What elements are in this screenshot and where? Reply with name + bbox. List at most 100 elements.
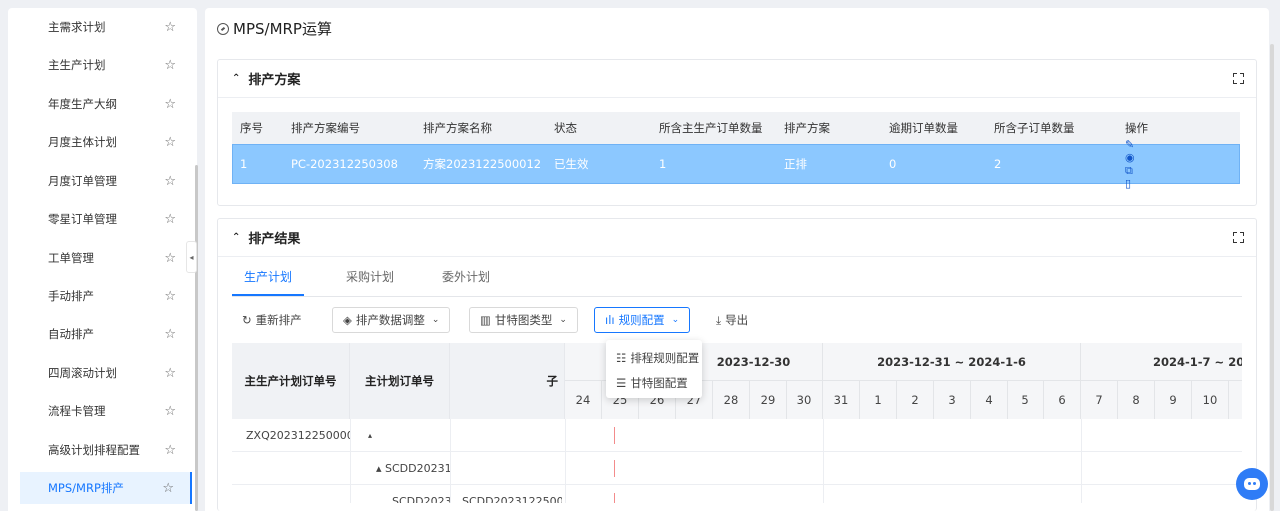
edit-icon[interactable]: ✎ xyxy=(1125,138,1138,151)
page-scrollbar[interactable] xyxy=(1270,44,1274,511)
sidebar-item-monthly-order[interactable]: 月度订单管理 ☆ xyxy=(20,165,192,197)
copy-icon[interactable]: ⧉ xyxy=(1125,164,1138,177)
cell-main-order-count: 1 xyxy=(659,157,667,171)
day-label: 4 xyxy=(971,381,1008,419)
sidebar-item-annual-outline[interactable]: 年度生产大纲 ☆ xyxy=(20,88,192,120)
gantt-chart: 主生产计划订单号 主计划订单号 子 2023-12-30 2023-12-31 … xyxy=(232,343,1242,503)
star-outline-icon[interactable]: ☆ xyxy=(164,212,176,227)
view-icon[interactable]: ◉ xyxy=(1125,151,1138,164)
star-outline-icon[interactable]: ☆ xyxy=(164,20,176,35)
day-label: 1 xyxy=(860,381,897,419)
menu-item-gantt-config[interactable]: ☰ 甘特图配置 xyxy=(606,370,702,395)
cell-main-order xyxy=(246,452,350,485)
star-outline-icon[interactable]: ☆ xyxy=(162,481,174,496)
star-outline-icon[interactable]: ☆ xyxy=(164,135,176,150)
plan-card: ⌃ 排产方案 序号 排产方案编号 排产方案名称 状态 所含主生产订单数量 排产方… xyxy=(217,59,1257,206)
sidebar-item-advanced-config[interactable]: 高级计划排程配置 ☆ xyxy=(20,434,192,466)
export-button[interactable]: ⤓ 导出 xyxy=(712,307,752,333)
gantt-row[interactable]: ZXQ20231225000003 ▴ xyxy=(232,419,1242,452)
sidebar-item-label: 四周滚动计划 xyxy=(48,366,117,380)
page-title-text: MPS/MRP运算 xyxy=(233,20,332,38)
robot-assistant-icon[interactable] xyxy=(1236,468,1268,500)
refresh-icon: ↻ xyxy=(242,313,252,327)
star-outline-icon[interactable]: ☆ xyxy=(164,174,176,189)
rule-config-menu: ☷ 排程规则配置 ☰ 甘特图配置 xyxy=(606,340,702,398)
day-label: 10 xyxy=(1192,381,1229,419)
cell-main-order xyxy=(246,485,350,503)
compass-icon xyxy=(217,22,229,35)
sidebar-item-monthly-main-plan[interactable]: 月度主体计划 ☆ xyxy=(20,126,192,158)
result-tabs: 生产计划 采购计划 委外计划 xyxy=(232,265,1242,297)
cell-sub-order: SCDD20231225000 xyxy=(462,495,562,503)
sidebar-scrollbar[interactable] xyxy=(195,165,198,511)
data-adjust-dropdown[interactable]: ◈ 排产数据调整 ⌄ xyxy=(332,307,451,333)
cell-plan-code: PC-202312250308 xyxy=(291,157,398,171)
cell-index: 1 xyxy=(240,157,248,171)
result-card-title: 排产结果 xyxy=(248,232,301,247)
sidebar-item-process-card[interactable]: 流程卡管理 ☆ xyxy=(20,395,192,427)
page-title: MPS/MRP运算 xyxy=(217,18,332,39)
gantt-icon: ☰ xyxy=(616,375,627,390)
star-outline-icon[interactable]: ☆ xyxy=(164,443,176,458)
fullscreen-icon[interactable] xyxy=(1233,73,1244,84)
day-label: 31 xyxy=(823,381,860,419)
menu-item-label: 甘特图配置 xyxy=(630,375,688,390)
day-label: 24 xyxy=(565,381,602,419)
week-label: 2023-12-31 ~ 2024-1-6 xyxy=(823,343,1081,381)
expand-caret-icon[interactable]: ▴ xyxy=(368,419,448,452)
fullscreen-icon[interactable] xyxy=(1233,232,1244,243)
star-outline-icon[interactable]: ☆ xyxy=(164,251,176,266)
sliders-icon: ☷ xyxy=(616,350,627,365)
sidebar: 主需求计划 ☆ 主生产计划 ☆ 年度生产大纲 ☆ 月度主体计划 ☆ 月度订单管理 ☆ 零星… xyxy=(8,8,197,511)
sidebar-item-sporadic-order[interactable]: 零星订单管理 ☆ xyxy=(20,203,192,235)
column-chart-icon: ılı xyxy=(605,313,615,327)
sidebar-item-main-production-plan[interactable]: 主生产计划 ☆ xyxy=(20,49,192,81)
menu-item-schedule-rule[interactable]: ☷ 排程规则配置 xyxy=(606,345,702,370)
tab-production-plan[interactable]: 生产计划 xyxy=(232,268,305,296)
reschedule-button[interactable]: ↻ 重新排产 xyxy=(238,307,306,333)
star-outline-icon[interactable]: ☆ xyxy=(164,404,176,419)
star-outline-icon[interactable]: ☆ xyxy=(164,58,176,73)
column-header: 所含子订单数量 xyxy=(994,121,1075,135)
sidebar-item-auto-scheduling[interactable]: 自动排产 ☆ xyxy=(20,318,192,350)
sidebar-item-manual-scheduling[interactable]: 手动排产 ☆ xyxy=(20,280,192,312)
star-outline-icon[interactable]: ☆ xyxy=(164,366,176,381)
cell-overdue-count: 0 xyxy=(889,157,897,171)
gantt-type-dropdown[interactable]: ▥ 甘特图类型 ⌄ xyxy=(469,307,578,333)
delete-icon[interactable]: ▯ xyxy=(1125,177,1138,190)
chevron-up-icon[interactable]: ⌃ xyxy=(232,232,240,243)
column-header: 子 xyxy=(450,343,565,419)
gantt-row[interactable]: SCDD20231 SCDD20231225000 xyxy=(232,485,1242,503)
main-panel: MPS/MRP运算 ⌃ 排产方案 序号 排产方案编号 排产方案名称 状态 所含主… xyxy=(205,8,1269,511)
star-outline-icon[interactable]: ☆ xyxy=(164,289,176,304)
sidebar-item-label: 自动排产 xyxy=(48,327,94,341)
chevron-up-icon[interactable]: ⌃ xyxy=(232,73,240,84)
cell-plan-order: SCDD20231 xyxy=(392,495,450,503)
day-label: 29 xyxy=(750,381,787,419)
table-row[interactable]: 1 PC-202312250308 方案2023122500012 已生效 1 … xyxy=(232,138,1240,190)
chevron-down-icon: ⌄ xyxy=(671,315,680,325)
sidebar-item-label: 流程卡管理 xyxy=(48,404,106,418)
week-label: 2024-1-7 ~ 2024- xyxy=(1081,343,1242,381)
sidebar-item-label: 主需求计划 xyxy=(48,20,106,34)
cell-scheduling-mode: 正排 xyxy=(784,157,807,171)
column-header: 主计划订单号 xyxy=(350,343,450,419)
tab-outsource-plan[interactable]: 委外计划 xyxy=(442,268,490,294)
gantt-row[interactable]: ▴ SCDD202312 xyxy=(232,452,1242,485)
rule-config-dropdown[interactable]: ılı 规则配置 ⌄ xyxy=(594,307,691,333)
sidebar-item-mps-mrp[interactable]: MPS/MRP排产 ☆ xyxy=(20,472,192,504)
sidebar-item-main-demand-plan[interactable]: 主需求计划 ☆ xyxy=(20,11,192,43)
today-marker xyxy=(614,427,615,444)
result-card: ⌃ 排产结果 生产计划 采购计划 委外计划 ↻ 重新排产 ◈ 排产数据调整 ⌄ … xyxy=(217,218,1257,511)
plan-card-header[interactable]: ⌃ 排产方案 xyxy=(218,60,1256,98)
star-outline-icon[interactable]: ☆ xyxy=(164,97,176,112)
sidebar-item-work-order[interactable]: 工单管理 ☆ xyxy=(20,242,192,274)
cell-plan-order[interactable]: ▴ SCDD202312 xyxy=(376,452,450,485)
column-header: 状态 xyxy=(554,121,577,135)
tab-purchase-plan[interactable]: 采购计划 xyxy=(346,268,394,294)
sidebar-item-label: 主生产计划 xyxy=(48,58,106,72)
result-card-header[interactable]: ⌃ 排产结果 xyxy=(218,219,1256,257)
caret-left-icon[interactable]: ◂ xyxy=(186,241,197,273)
sidebar-item-four-week-plan[interactable]: 四周滚动计划 ☆ xyxy=(20,357,192,389)
star-outline-icon[interactable]: ☆ xyxy=(164,327,176,342)
